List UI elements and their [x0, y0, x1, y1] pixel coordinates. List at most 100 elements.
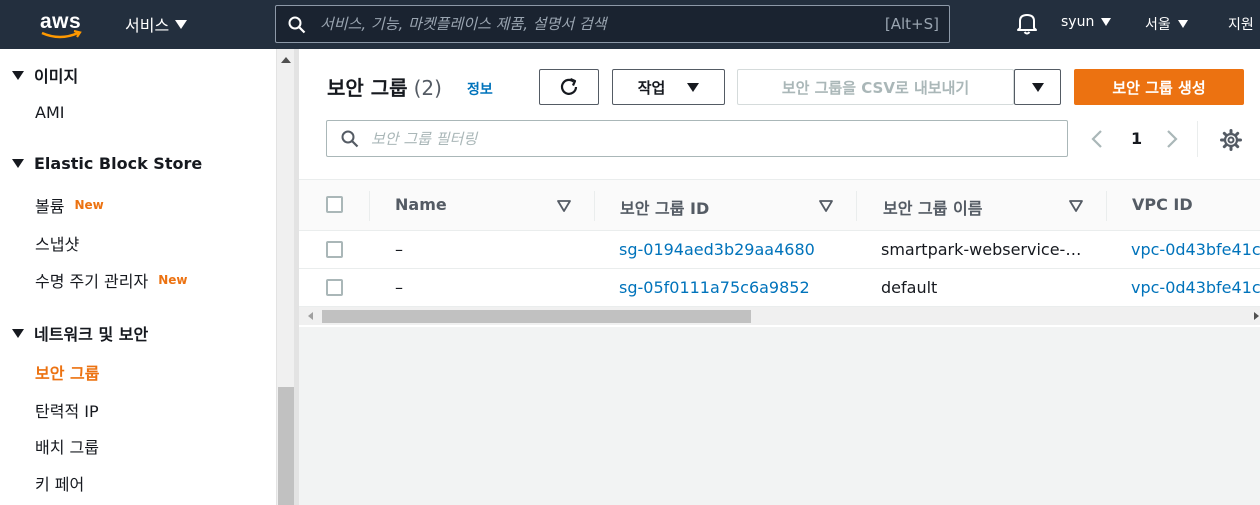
- sidebar-item-ami[interactable]: AMI: [35, 103, 64, 122]
- actions-button[interactable]: 작업: [612, 69, 725, 105]
- user-name: syun: [1061, 14, 1095, 30]
- sidebar-item-key-pairs[interactable]: 키 페어: [35, 471, 84, 495]
- caret-down-icon: [12, 70, 24, 80]
- sidebar-section-label: 이미지: [34, 67, 79, 86]
- column-divider: [1106, 191, 1107, 221]
- export-csv-label: 보안 그룹을 CSV로 내보내기: [781, 78, 970, 97]
- page-title-text: 보안 그룹: [327, 76, 408, 100]
- page-title-count: (2): [413, 76, 442, 100]
- sidebar-item-elastic-ips[interactable]: 탄력적 IP: [35, 398, 99, 422]
- filter-input[interactable]: [371, 121, 1051, 156]
- refresh-icon: [560, 77, 578, 95]
- services-menu[interactable]: 서비스: [125, 12, 188, 36]
- sidebar-section-ebs[interactable]: Elastic Block Store: [12, 154, 202, 173]
- create-security-group-button[interactable]: 보안 그룹 생성: [1074, 69, 1244, 105]
- cell-vpc-id[interactable]: vpc-0d43bfe41c: [1131, 240, 1260, 259]
- table-horizontal-scrollbar[interactable]: [299, 307, 1260, 325]
- scrollbar-thumb[interactable]: [278, 387, 294, 505]
- caret-down-icon: [12, 159, 24, 168]
- top-navigation: aws 서비스 [Alt+S] syun 서울 지원: [0, 0, 1260, 49]
- info-link[interactable]: 정보: [467, 79, 493, 99]
- sidebar-item-snapshots[interactable]: 스냅샷: [35, 231, 79, 255]
- search-icon: [341, 130, 359, 148]
- caret-down-icon: [1101, 18, 1112, 26]
- cell-name: –: [395, 278, 403, 297]
- sidebar-item-label: AMI: [35, 103, 65, 122]
- new-badge: New: [158, 273, 188, 287]
- caret-down-icon: [175, 19, 188, 29]
- sidebar-item-label: 볼륨: [35, 197, 65, 216]
- sidebar-item-label: 보안 그룹: [35, 364, 100, 383]
- table-row[interactable]: – sg-05f0111a75c6a9852 default vpc-0d43b…: [299, 269, 1260, 307]
- row-checkbox[interactable]: [326, 279, 343, 296]
- chevron-left-icon[interactable]: [1089, 129, 1105, 149]
- caret-down-icon: [12, 328, 24, 338]
- main-content: 보안 그룹 (2) 정보 작업 보안 그룹을 CSV로 내보내기 보안 그룹 생…: [299, 49, 1260, 505]
- caret-down-icon: [687, 82, 700, 92]
- sidebar-item-label: 스냅샷: [35, 235, 80, 254]
- caret-down-icon: [1031, 82, 1044, 92]
- cell-security-group-id[interactable]: sg-0194aed3b29aa4680: [619, 240, 815, 259]
- scroll-up-icon[interactable]: [281, 57, 291, 63]
- aws-logo[interactable]: aws: [40, 10, 84, 40]
- sidebar-item-placement-groups[interactable]: 배치 그룹: [35, 434, 99, 458]
- aws-smile-icon: [41, 30, 82, 39]
- caret-down-icon: [1177, 20, 1188, 28]
- column-divider: [856, 191, 857, 221]
- sort-icon[interactable]: [819, 200, 833, 212]
- sidebar-item-label: 키 페어: [35, 475, 85, 494]
- services-label: 서비스: [125, 16, 170, 35]
- column-header-name[interactable]: Name: [395, 195, 447, 214]
- sort-icon[interactable]: [557, 200, 571, 212]
- sidebar-section-network-security[interactable]: 네트워크 및 보안: [12, 321, 148, 345]
- cell-vpc-id[interactable]: vpc-0d43bfe41c: [1131, 278, 1260, 297]
- sidebar: 이미지 AMI Elastic Block Store 볼륨 New 스냅샷 수…: [0, 49, 276, 505]
- sidebar-section-label: 네트워크 및 보안: [34, 325, 149, 344]
- row-checkbox[interactable]: [326, 241, 343, 258]
- security-groups-panel: 보안 그룹 (2) 정보 작업 보안 그룹을 CSV로 내보내기 보안 그룹 생…: [299, 49, 1260, 327]
- support-menu[interactable]: 지원: [1228, 14, 1254, 34]
- cell-security-group-name: smartpark-webservice-…: [881, 240, 1082, 259]
- sidebar-item-label: 배치 그룹: [35, 438, 99, 457]
- search-icon: [288, 16, 306, 34]
- bell-icon[interactable]: [1016, 11, 1038, 35]
- cell-security-group-name: default: [881, 278, 938, 297]
- create-security-group-label: 보안 그룹 생성: [1112, 78, 1206, 97]
- sidebar-scrollbar[interactable]: [276, 49, 294, 505]
- page-number[interactable]: 1: [1131, 129, 1142, 148]
- select-all-checkbox[interactable]: [326, 196, 343, 213]
- user-menu[interactable]: syun: [1061, 14, 1112, 30]
- search-shortcut-hint: [Alt+S]: [884, 15, 939, 33]
- column-header-security-group-id[interactable]: 보안 그룹 ID: [620, 195, 709, 219]
- global-search-input[interactable]: [320, 6, 840, 42]
- page-title: 보안 그룹 (2): [327, 72, 442, 101]
- scroll-right-icon[interactable]: [1254, 312, 1259, 320]
- export-csv-button[interactable]: 보안 그룹을 CSV로 내보내기: [737, 69, 1014, 105]
- security-group-filter[interactable]: [326, 120, 1068, 157]
- global-search[interactable]: [Alt+S]: [275, 5, 950, 43]
- region-name: 서울: [1145, 17, 1171, 33]
- cell-name: –: [395, 240, 403, 259]
- scroll-left-icon[interactable]: [308, 312, 313, 320]
- chevron-right-icon[interactable]: [1164, 129, 1180, 149]
- column-divider: [369, 191, 370, 221]
- region-menu[interactable]: 서울: [1145, 14, 1188, 34]
- sidebar-item-security-groups[interactable]: 보안 그룹: [35, 360, 99, 384]
- sidebar-item-volumes[interactable]: 볼륨 New: [35, 193, 104, 217]
- refresh-button[interactable]: [539, 69, 599, 105]
- cell-security-group-id[interactable]: sg-05f0111a75c6a9852: [619, 278, 810, 297]
- actions-label: 작업: [637, 78, 666, 97]
- sidebar-section-images[interactable]: 이미지: [12, 63, 78, 87]
- sidebar-section-label: Elastic Block Store: [34, 154, 203, 173]
- table-row[interactable]: – sg-0194aed3b29aa4680 smartpark-webserv…: [299, 231, 1260, 269]
- column-divider: [594, 191, 595, 221]
- new-badge: New: [74, 198, 104, 212]
- sidebar-item-lifecycle-manager[interactable]: 수명 주기 관리자 New: [35, 268, 188, 292]
- scrollbar-thumb[interactable]: [322, 310, 751, 323]
- column-header-vpc-id[interactable]: VPC ID: [1132, 195, 1193, 214]
- export-dropdown-button[interactable]: [1014, 69, 1061, 105]
- column-header-security-group-name[interactable]: 보안 그룹 이름: [883, 195, 982, 219]
- sidebar-item-label: 탄력적 IP: [35, 402, 99, 421]
- sort-icon[interactable]: [1069, 200, 1083, 212]
- gear-icon[interactable]: [1220, 129, 1242, 151]
